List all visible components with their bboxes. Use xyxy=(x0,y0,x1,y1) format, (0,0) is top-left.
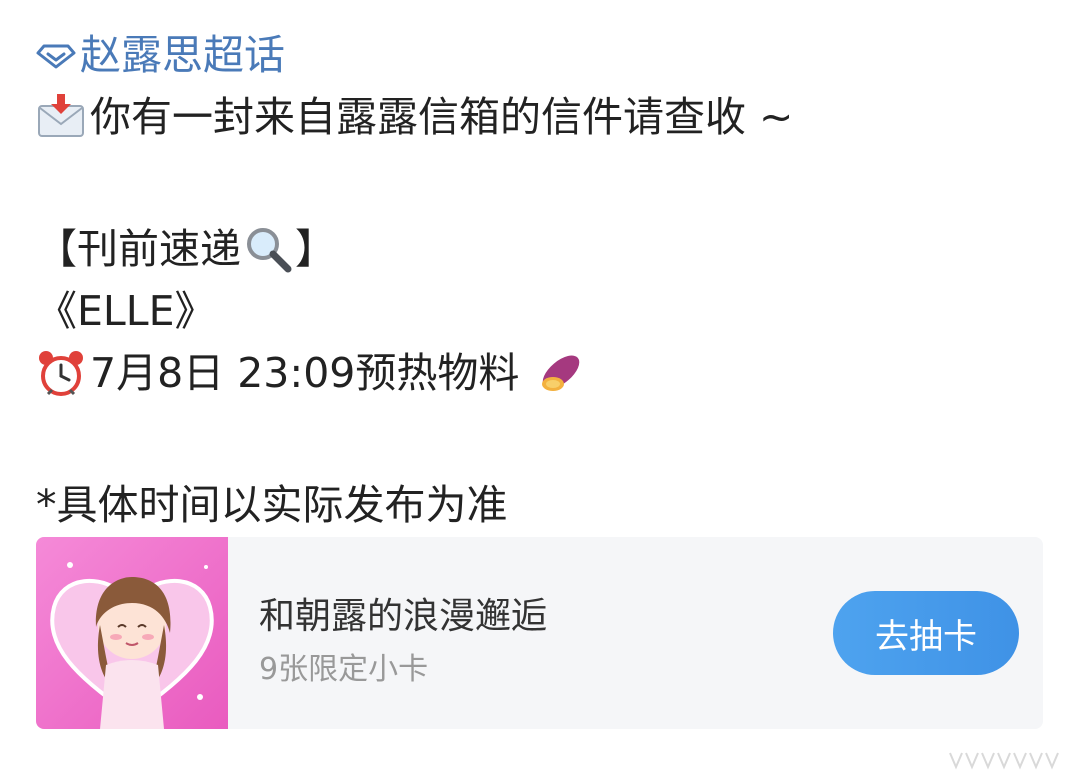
time-line-text: 7月8日 23:09预热物料 xyxy=(90,349,520,397)
post-content: 赵露思超话 你有一封来自露露信箱的信件请查收 ~ 【刊前速递 】 《ELLE》 xyxy=(36,24,1046,536)
super-topic-link[interactable]: 赵露思超话 xyxy=(36,24,1046,86)
diamond-topic-icon xyxy=(36,44,76,69)
note-line: *具体时间以实际发布为准 xyxy=(36,474,1046,536)
draw-card-button[interactable]: 去抽卡 xyxy=(833,591,1019,675)
section-heading-open: 【刊前速递 xyxy=(36,225,241,273)
note-line-text: *具体时间以实际发布为准 xyxy=(36,481,508,529)
alarm-clock-icon xyxy=(39,351,83,396)
magazine-name: 《ELLE》 xyxy=(36,280,1046,342)
mail-line-text: 你有一封来自露露信箱的信件请查收 ~ xyxy=(90,93,794,141)
super-topic-name: 赵露思超话 xyxy=(80,31,285,79)
magazine-name-text: 《ELLE》 xyxy=(36,287,216,335)
watermark-mark xyxy=(949,752,1059,770)
magnifier-icon xyxy=(247,228,292,273)
envelope-inbox-icon xyxy=(38,94,84,137)
card-thumbnail[interactable] xyxy=(36,537,228,729)
time-line: 7月8日 23:09预热物料 xyxy=(36,342,1046,404)
section-heading: 【刊前速递 】 xyxy=(36,218,1046,280)
mail-line: 你有一封来自露露信箱的信件请查收 ~ xyxy=(36,86,1046,148)
card-draw-widget[interactable]: 和朝露的浪漫邂逅 9张限定小卡 去抽卡 xyxy=(36,537,1043,729)
section-heading-close: 】 xyxy=(295,225,336,273)
card-subtitle: 9张限定小卡 xyxy=(259,652,429,687)
sweet-potato-icon xyxy=(542,355,580,391)
card-title: 和朝露的浪漫邂逅 xyxy=(259,596,548,637)
